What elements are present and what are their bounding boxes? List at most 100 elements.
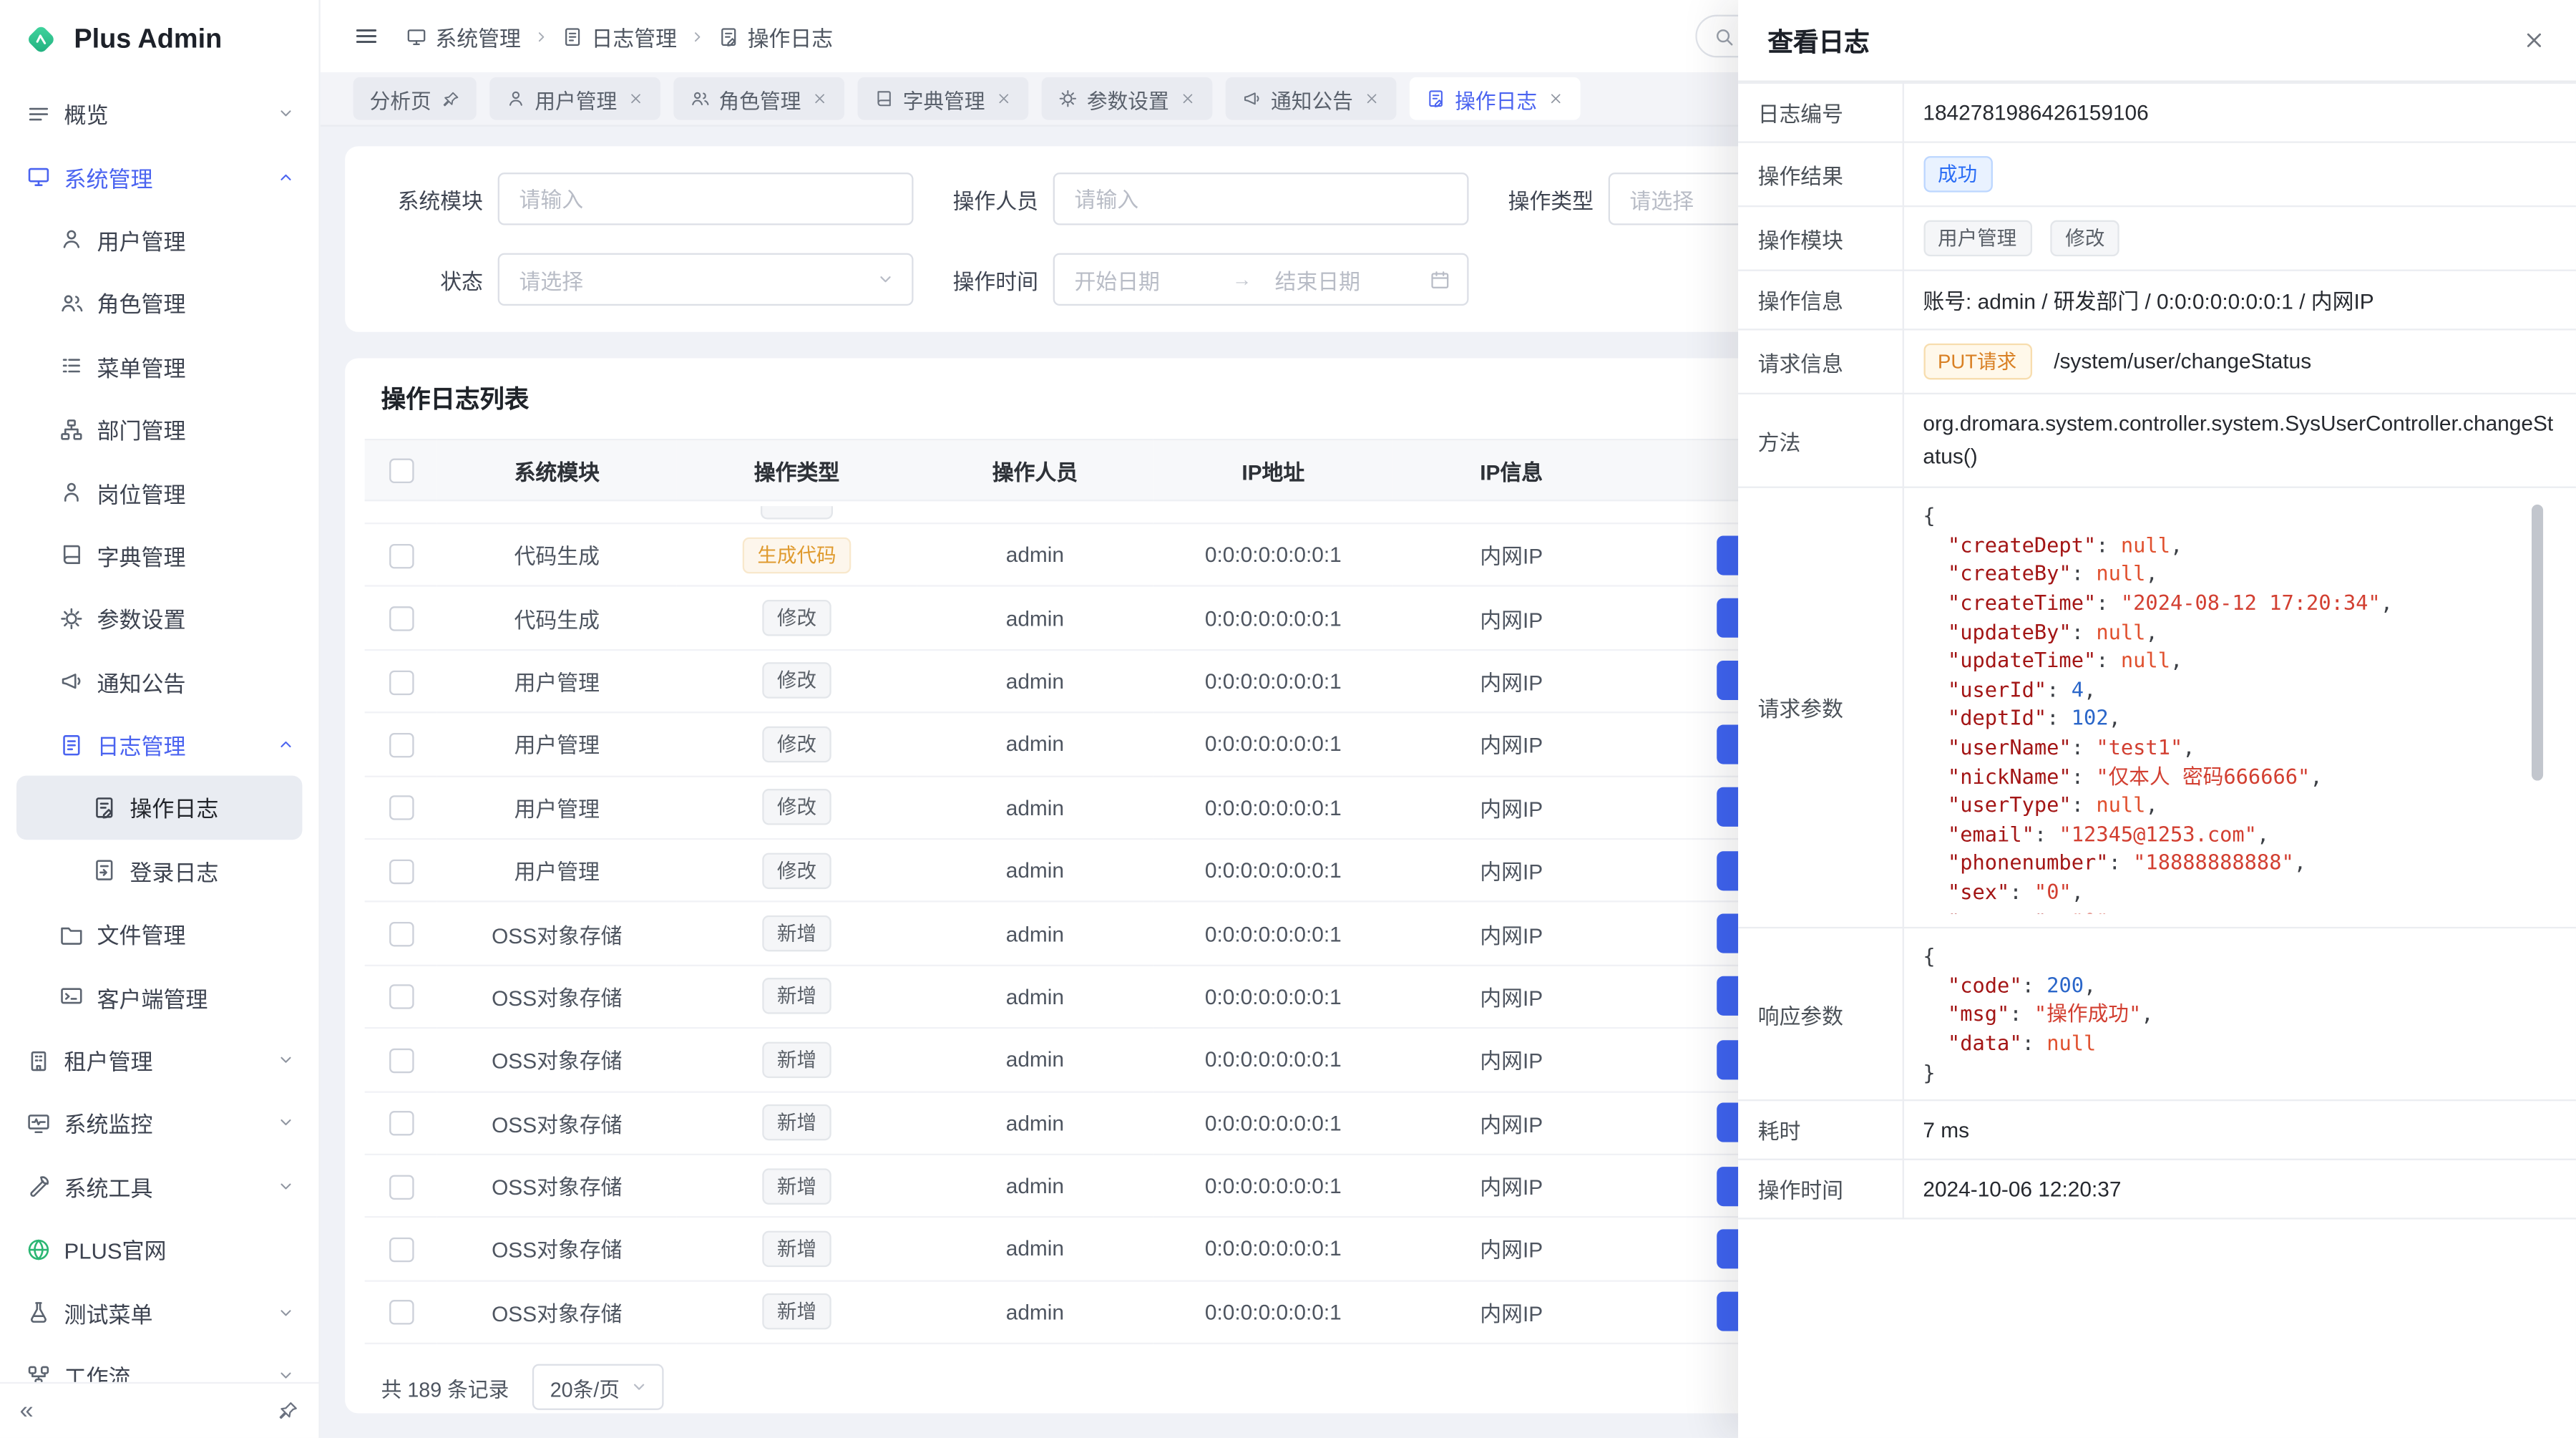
tab-item[interactable]: 通知公告	[1225, 77, 1396, 120]
cell-ip-info: 内网IP	[1393, 1155, 1630, 1218]
sidebar-item[interactable]: 部门管理	[0, 398, 318, 461]
sidebar-item-label: 日志管理	[97, 728, 263, 761]
cell-ip-info: 内网IP	[1393, 586, 1630, 649]
breadcrumb-label: 系统管理	[435, 21, 520, 52]
sidebar-item[interactable]: 文件管理	[0, 903, 318, 966]
post-icon	[59, 480, 84, 504]
hamburger-icon[interactable]	[353, 23, 380, 49]
sidebar-item[interactable]: 字典管理	[0, 524, 318, 587]
close-icon[interactable]	[811, 90, 827, 107]
row-checkbox[interactable]	[389, 606, 413, 631]
clipped-tag	[761, 505, 833, 518]
sidebar-item[interactable]: 系统管理	[0, 145, 318, 208]
close-icon[interactable]	[627, 90, 643, 107]
sidebar-item[interactable]: 概览	[0, 82, 318, 145]
row-checkbox[interactable]	[389, 1301, 413, 1325]
operator-input[interactable]	[1053, 173, 1469, 225]
row-checkbox[interactable]	[389, 1112, 413, 1136]
breadcrumb-item[interactable]: 操作日志	[718, 21, 833, 52]
sidebar-item[interactable]: 角色管理	[0, 271, 318, 334]
cell-module: OSS对象存储	[437, 902, 677, 965]
scrollbar-thumb[interactable]	[2532, 505, 2543, 781]
sidebar-item[interactable]: 测试菜单	[0, 1281, 318, 1344]
sidebar-item[interactable]: 参数设置	[0, 587, 318, 650]
http-method-badge: PUT请求	[1923, 344, 2031, 380]
sidebar-item[interactable]: 登录日志	[0, 839, 318, 902]
notice-icon	[1241, 89, 1262, 109]
breadcrumb-item[interactable]: 日志管理	[562, 21, 677, 52]
sidebar-item[interactable]: 客户端管理	[0, 966, 318, 1029]
sidebar-item[interactable]: 通知公告	[0, 650, 318, 713]
code-scrollbar[interactable]	[2532, 505, 2543, 910]
dict-icon	[59, 543, 84, 568]
request-url: /system/user/changeStatus	[2054, 349, 2311, 373]
close-icon[interactable]	[995, 90, 1011, 107]
cell-operator: admin	[917, 1155, 1153, 1218]
row-checkbox[interactable]	[389, 859, 413, 883]
view-log-drawer: 查看日志 日志编号 1842781986426159106 操作结果 成功 操作…	[1738, 0, 2576, 1438]
row-checkbox[interactable]	[389, 1238, 413, 1262]
tab-active[interactable]: 操作日志	[1409, 77, 1580, 120]
notice-icon	[59, 669, 84, 694]
close-icon[interactable]	[1179, 90, 1195, 107]
close-icon[interactable]	[2522, 28, 2546, 52]
system-module-input[interactable]	[498, 173, 914, 225]
tab-item[interactable]: 用户管理	[489, 77, 660, 120]
pin-icon[interactable]	[441, 89, 459, 107]
row-checkbox[interactable]	[389, 733, 413, 757]
tab-item[interactable]: 分析页	[353, 77, 476, 120]
cell-operator: admin	[917, 776, 1153, 839]
operation-type-tag: 新增	[762, 915, 831, 952]
cell-operator: admin	[917, 1218, 1153, 1281]
sidebar-item[interactable]: 岗位管理	[0, 461, 318, 524]
sidebar-item[interactable]: 工作流	[0, 1344, 318, 1382]
row-checkbox[interactable]	[389, 1175, 413, 1199]
pin-sidebar-icon[interactable]	[278, 1400, 299, 1422]
chevron-right-icon	[532, 27, 550, 45]
tab-item[interactable]: 角色管理	[673, 77, 844, 120]
sidebar-item-label: 通知公告	[97, 665, 296, 698]
sidebar-item-label: 测试菜单	[64, 1296, 263, 1329]
column-header: 操作类型	[677, 439, 917, 500]
row-checkbox[interactable]	[389, 922, 413, 946]
cell-ip-info: 内网IP	[1393, 650, 1630, 713]
sidebar-item[interactable]: 租户管理	[0, 1029, 318, 1092]
row-checkbox[interactable]	[389, 1048, 413, 1072]
sidebar-item[interactable]: 操作日志	[16, 776, 302, 839]
operation-time-value: 2024-10-06 12:20:37	[1903, 1160, 2576, 1219]
operation-type-tag: 新增	[762, 1294, 831, 1331]
sidebar-item[interactable]: 系统监控	[0, 1092, 318, 1155]
select-all-checkbox[interactable]	[389, 459, 413, 483]
date-end-placeholder: 结束日期	[1259, 263, 1430, 295]
tenant-icon	[26, 1048, 51, 1072]
cell-operator: admin	[917, 650, 1153, 713]
row-checkbox[interactable]	[389, 796, 413, 820]
operation-time-range-picker[interactable]: 开始日期 → 结束日期	[1053, 253, 1469, 306]
detail-label: 请求信息	[1738, 329, 1903, 394]
cell-ip-info: 内网IP	[1393, 1218, 1630, 1281]
tab-item[interactable]: 参数设置	[1041, 77, 1212, 120]
row-checkbox[interactable]	[389, 543, 413, 568]
sidebar-item[interactable]: 用户管理	[0, 208, 318, 271]
sidebar-item[interactable]: 日志管理	[0, 713, 318, 776]
log-icon	[562, 26, 583, 47]
cell-ip: 0:0:0:0:0:0:0:1	[1153, 902, 1393, 965]
sidebar-item[interactable]: PLUS官网	[0, 1218, 318, 1281]
breadcrumb-item[interactable]: 系统管理	[406, 21, 521, 52]
page-size-select[interactable]: 20条/页	[532, 1364, 664, 1410]
sidebar-item[interactable]: 菜单管理	[0, 334, 318, 397]
row-checkbox[interactable]	[389, 670, 413, 694]
close-icon[interactable]	[1547, 90, 1563, 107]
sidebar-item[interactable]: 系统工具	[0, 1155, 318, 1218]
tab-item[interactable]: 字典管理	[857, 77, 1028, 120]
cell-ip: 0:0:0:0:0:0:0:1	[1153, 1028, 1393, 1091]
close-icon[interactable]	[1363, 90, 1380, 107]
logo[interactable]: Plus Admin	[0, 0, 318, 79]
collapse-sidebar-button[interactable]: «	[20, 1399, 34, 1423]
status-select[interactable]: 请选择	[498, 253, 914, 306]
overview-icon	[26, 102, 51, 126]
operation-type-tag: 修改	[762, 663, 831, 699]
row-checkbox[interactable]	[389, 985, 413, 1009]
param-icon	[59, 606, 84, 631]
detail-label: 操作模块	[1738, 206, 1903, 271]
